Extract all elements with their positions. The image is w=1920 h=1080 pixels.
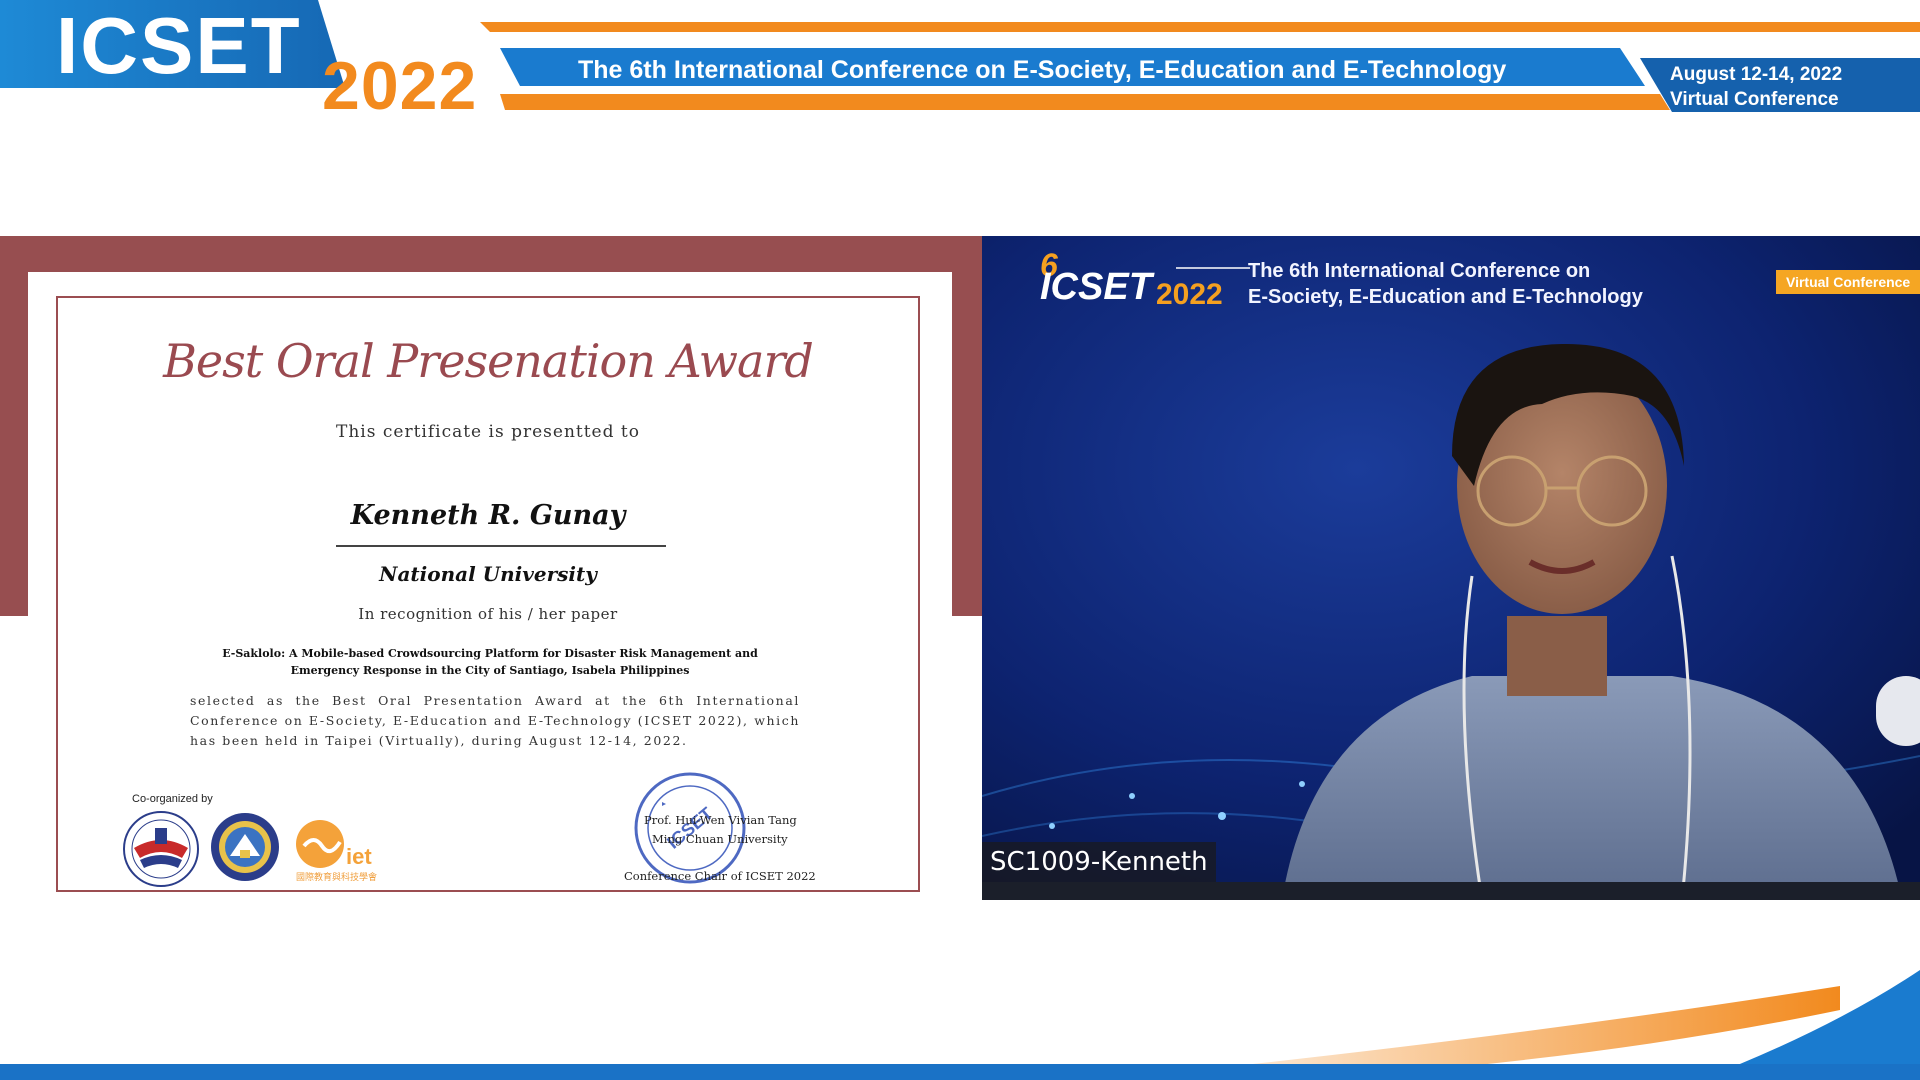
conference-date: August 12-14, 2022 bbox=[1670, 64, 1843, 85]
iet-subtitle: 國際教育與科技學會 bbox=[296, 872, 378, 882]
society-seal-icon bbox=[211, 813, 279, 881]
coorganized-label: Co-organized by bbox=[132, 793, 213, 805]
certificate-presented-to: This certificate is presentted to bbox=[336, 422, 640, 442]
recipient-name: Kenneth R. Gunay bbox=[350, 500, 626, 531]
participant-name-label: SC1009-Kenneth bbox=[982, 842, 1216, 882]
video-title-line-2: E-Society, E-Education and E-Technology bbox=[1248, 286, 1643, 308]
recipient-affiliation: National University bbox=[379, 562, 597, 586]
certificate-body: selected as the Best Oral Presentation A… bbox=[190, 693, 800, 748]
svg-text:iet: iet bbox=[346, 844, 372, 869]
paper-title: E-Saklolo: A Mobile-based Crowdsourcing … bbox=[222, 647, 758, 677]
conference-banner: ICSET 2022 The 6th International Confere… bbox=[0, 0, 1920, 118]
bottom-decoration bbox=[0, 970, 1920, 1080]
signer-name: Prof. Hui-Wen Vivian Tang bbox=[644, 813, 797, 827]
video-title-line-1: The 6th International Conference on bbox=[1248, 260, 1591, 282]
signer-organization: Ming Chuan University bbox=[652, 832, 788, 846]
signer-role: Conference Chair of ICSET 2022 bbox=[624, 869, 816, 883]
video-conference-title: The 6th International Conference on E-So… bbox=[1248, 258, 1643, 310]
recognition-text: In recognition of his / her paper bbox=[358, 605, 618, 623]
certificate-title: Best Oral Presenation Award bbox=[163, 334, 814, 388]
video-feed[interactable]: 6 ICSET 2022 The 6th International Confe… bbox=[982, 236, 1920, 900]
banner-date-block: August 12-14, 2022 Virtual Conference bbox=[1670, 62, 1920, 112]
video-logo-text: ICSET bbox=[1040, 266, 1152, 308]
icset-logo-year: 2022 bbox=[322, 48, 478, 118]
conference-mode: Virtual Conference bbox=[1670, 89, 1839, 110]
university-seal-icon bbox=[123, 811, 199, 887]
video-background: 6 bbox=[982, 236, 1920, 900]
icset-logo-text: ICSET bbox=[56, 1, 302, 90]
video-logo-year: 2022 bbox=[1156, 278, 1223, 311]
recipient-underline bbox=[336, 545, 666, 547]
virtual-conference-badge: Virtual Conference bbox=[1776, 270, 1920, 294]
banner-title: The 6th International Conference on E-So… bbox=[578, 56, 1507, 84]
video-bottom-bar bbox=[982, 882, 1920, 900]
